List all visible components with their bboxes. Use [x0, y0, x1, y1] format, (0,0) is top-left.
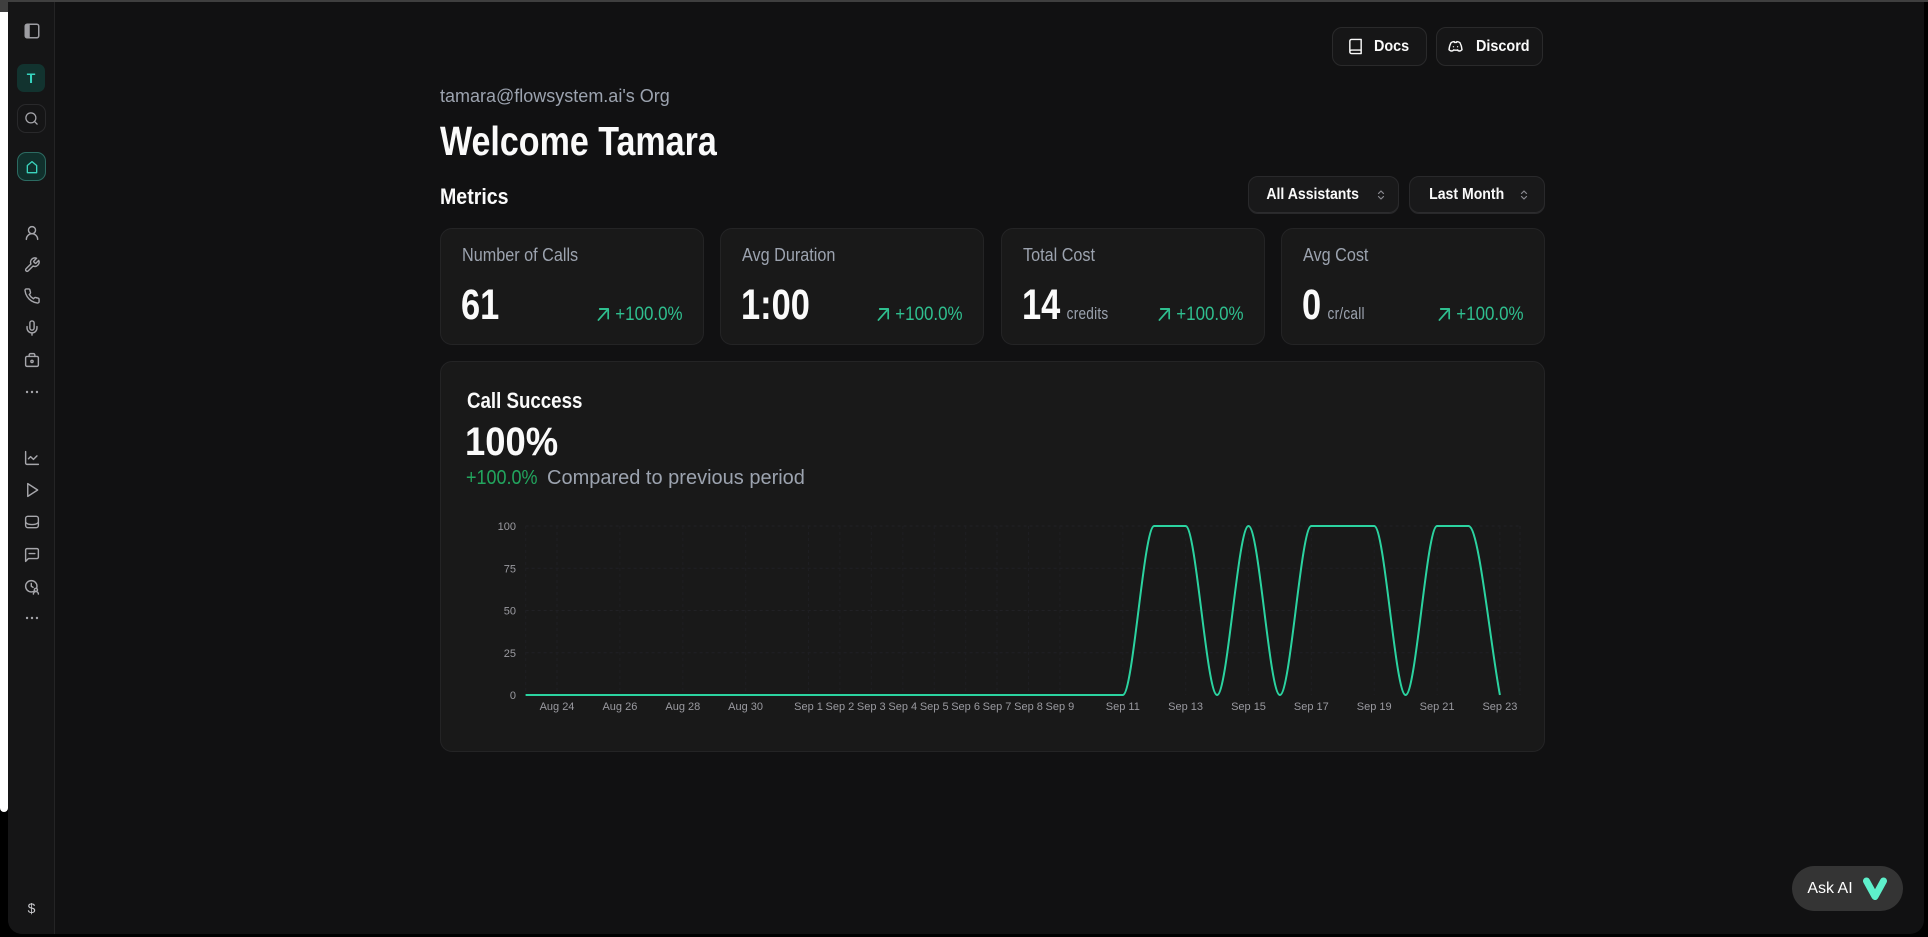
svg-text:0: 0 — [510, 690, 516, 702]
svg-text:Sep 3: Sep 3 — [857, 701, 886, 713]
svg-text:Sep 7: Sep 7 — [983, 701, 1012, 713]
svg-text:25: 25 — [504, 648, 516, 660]
svg-text:Sep 1: Sep 1 — [794, 701, 823, 713]
svg-text:Aug 24: Aug 24 — [540, 701, 575, 713]
svg-text:Aug 26: Aug 26 — [602, 701, 637, 713]
svg-text:Sep 13: Sep 13 — [1168, 701, 1203, 713]
svg-text:Aug 30: Aug 30 — [728, 701, 763, 713]
svg-text:Sep 2: Sep 2 — [826, 701, 855, 713]
svg-text:Sep 23: Sep 23 — [1482, 701, 1517, 713]
svg-text:Sep 11: Sep 11 — [1106, 701, 1140, 713]
svg-text:100: 100 — [498, 521, 516, 533]
svg-text:Sep 4: Sep 4 — [888, 701, 917, 713]
svg-text:50: 50 — [504, 606, 516, 618]
svg-text:Aug 28: Aug 28 — [665, 701, 700, 713]
svg-text:Sep 17: Sep 17 — [1294, 701, 1329, 713]
svg-text:Sep 8: Sep 8 — [1014, 701, 1043, 713]
svg-text:Sep 9: Sep 9 — [1046, 701, 1075, 713]
svg-text:Sep 19: Sep 19 — [1357, 701, 1392, 713]
svg-text:Sep 6: Sep 6 — [951, 701, 980, 713]
svg-text:Sep 21: Sep 21 — [1420, 701, 1455, 713]
svg-text:Sep 15: Sep 15 — [1231, 701, 1266, 713]
svg-text:Sep 5: Sep 5 — [920, 701, 949, 713]
svg-text:75: 75 — [504, 563, 516, 575]
